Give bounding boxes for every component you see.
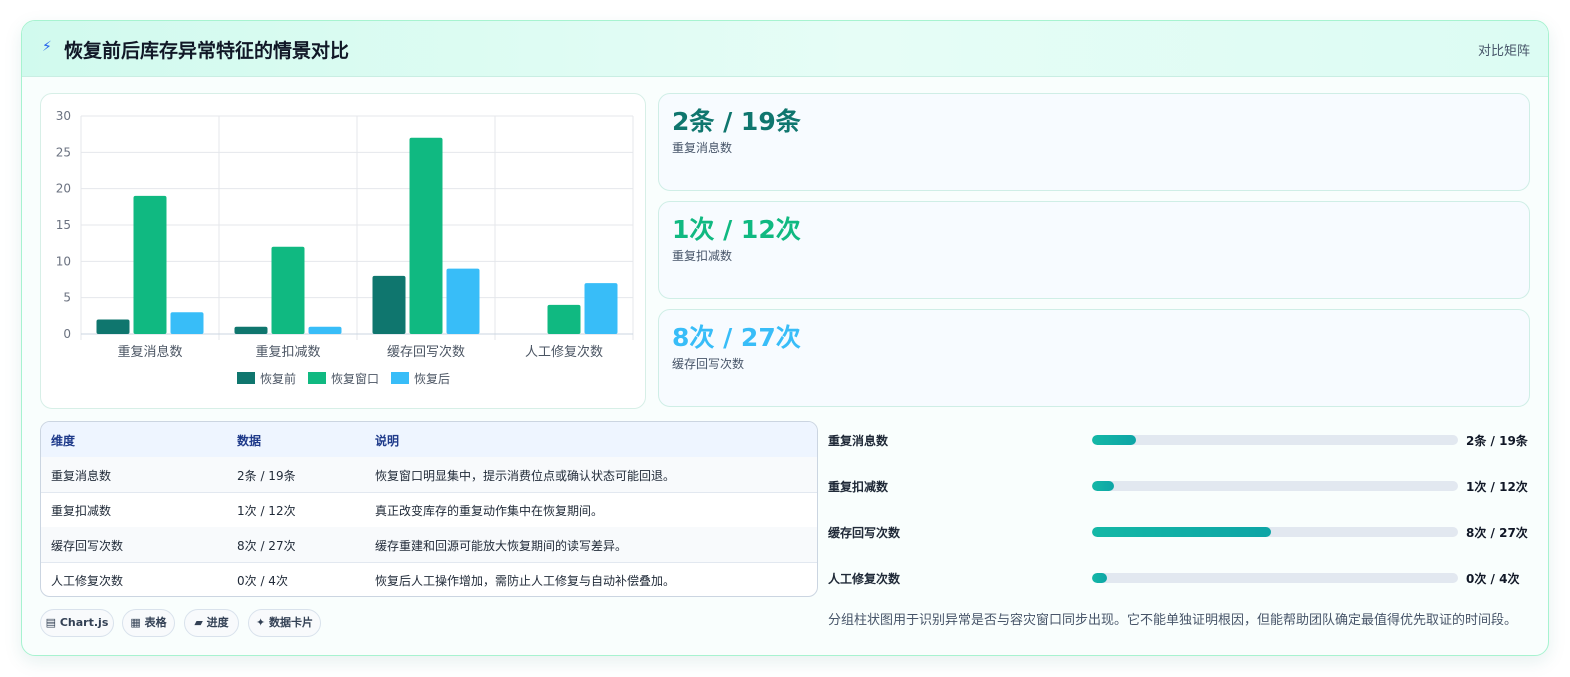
bar bbox=[547, 304, 581, 334]
progress-fill bbox=[1092, 481, 1114, 491]
chip-label: Chart.js bbox=[59, 616, 109, 629]
table-cell: 1次 / 12次 bbox=[237, 504, 296, 518]
table-cell: 8次 / 27次 bbox=[237, 539, 296, 553]
kpi-value: 1次 / 12次 bbox=[672, 215, 801, 244]
table-cell: 缓存回写次数 bbox=[51, 539, 124, 553]
bar bbox=[133, 195, 167, 334]
progress-value: 8次 / 27次 bbox=[1466, 526, 1528, 540]
kpi-card-duplicate-deductions: 1次 / 12次 重复扣减数 bbox=[658, 201, 1530, 299]
table-cell: 重复扣减数 bbox=[51, 504, 112, 518]
chip-label: 数据卡片 bbox=[269, 616, 314, 629]
y-tick-label: 20 bbox=[56, 182, 71, 196]
progress-track bbox=[1092, 527, 1458, 537]
table-row: 缓存回写次数 8次 / 27次 缓存重建和回源可能放大恢复期间的读写差异。 bbox=[41, 527, 817, 563]
data-table: 维度 数据 说明 重复消息数 2条 / 19条 恢复窗口明显集中，提示消费位点或… bbox=[40, 421, 818, 597]
chart-icon: ▤ bbox=[45, 616, 57, 629]
bar bbox=[446, 268, 480, 334]
kpi-card-cache-writeback: 8次 / 27次 缓存回写次数 bbox=[658, 309, 1530, 407]
progress-label: 缓存回写次数 bbox=[828, 526, 901, 540]
table-cell: 2条 / 19条 bbox=[237, 469, 296, 483]
y-tick-label: 5 bbox=[63, 291, 71, 305]
chip-data-card[interactable]: ✦ 数据卡片 bbox=[248, 609, 321, 637]
bar bbox=[170, 312, 204, 334]
chip-label: 进度 bbox=[206, 616, 229, 629]
progress-icon: ▰ bbox=[194, 616, 203, 629]
progress-row: 人工修复次数 0次 / 4次 bbox=[828, 568, 1528, 588]
progress-value: 2条 / 19条 bbox=[1466, 434, 1528, 448]
x-tick-label: 重复扣减数 bbox=[255, 344, 320, 360]
bar bbox=[409, 137, 443, 334]
y-tick-label: 10 bbox=[56, 254, 71, 268]
progress-label: 重复扣减数 bbox=[828, 480, 889, 494]
bar bbox=[234, 326, 268, 334]
y-tick-label: 30 bbox=[56, 109, 71, 123]
chip-label: 表格 bbox=[144, 616, 167, 629]
table-row: 重复扣减数 1次 / 12次 真正改变库存的重复动作集中在恢复期间。 bbox=[41, 492, 817, 528]
kpi-card-duplicate-messages: 2条 / 19条 重复消息数 bbox=[658, 93, 1530, 191]
legend-swatch bbox=[308, 372, 326, 384]
progress-track bbox=[1092, 481, 1458, 491]
progress-value: 1次 / 12次 bbox=[1466, 480, 1528, 494]
table-header-row: 维度 数据 说明 bbox=[41, 422, 817, 458]
table-cell: 重复消息数 bbox=[51, 469, 112, 483]
chip-progress[interactable]: ▰ 进度 bbox=[184, 609, 239, 637]
table-header-cell: 说明 bbox=[375, 434, 400, 448]
legend-label: 恢复后 bbox=[414, 372, 450, 386]
sparkle-icon: ✦ bbox=[255, 616, 266, 629]
card-header: ⚡ 恢复前后库存异常特征的情景对比 对比矩阵 bbox=[22, 21, 1548, 77]
table-header-cell: 数据 bbox=[237, 434, 262, 448]
comparison-card: ⚡ 恢复前后库存异常特征的情景对比 对比矩阵 0 5 10 15 20 25 30 重复消息数… bbox=[21, 20, 1549, 656]
bar bbox=[308, 326, 342, 334]
header-tag[interactable]: 对比矩阵 bbox=[1478, 40, 1530, 59]
bar bbox=[96, 319, 130, 334]
legend-swatch bbox=[391, 372, 409, 384]
progress-label: 人工修复次数 bbox=[828, 572, 901, 586]
table-cell: 恢复窗口明显集中，提示消费位点或确认状态可能回退。 bbox=[375, 469, 676, 483]
progress-track bbox=[1092, 573, 1458, 583]
kpi-label: 重复消息数 bbox=[672, 141, 733, 155]
legend-label: 恢复窗口 bbox=[331, 372, 379, 386]
progress-fill bbox=[1092, 435, 1136, 445]
kpi-label: 缓存回写次数 bbox=[672, 357, 745, 371]
progress-fill bbox=[1092, 527, 1272, 537]
progress-value: 0次 / 4次 bbox=[1466, 572, 1520, 586]
y-tick-label: 15 bbox=[56, 218, 71, 232]
table-row: 重复消息数 2条 / 19条 恢复窗口明显集中，提示消费位点或确认状态可能回退。 bbox=[41, 457, 817, 493]
kpi-value: 2条 / 19条 bbox=[672, 107, 801, 136]
bar bbox=[372, 275, 406, 334]
progress-label: 重复消息数 bbox=[828, 434, 889, 448]
progress-fill bbox=[1092, 573, 1107, 583]
kpi-value: 8次 / 27次 bbox=[672, 323, 801, 352]
progress-row: 重复扣减数 1次 / 12次 bbox=[828, 476, 1528, 496]
table-header-cell: 维度 bbox=[51, 434, 76, 448]
bar bbox=[584, 283, 618, 334]
y-tick-label: 25 bbox=[56, 145, 71, 159]
x-tick-label: 缓存回写次数 bbox=[387, 344, 465, 360]
bar bbox=[271, 246, 305, 334]
table-icon: ▦ bbox=[130, 616, 141, 629]
x-tick-label: 人工修复次数 bbox=[525, 344, 603, 360]
progress-row: 缓存回写次数 8次 / 27次 bbox=[828, 522, 1528, 542]
legend-swatch bbox=[237, 372, 255, 384]
x-tick-label: 重复消息数 bbox=[117, 344, 182, 360]
legend-label: 恢复前 bbox=[260, 371, 296, 386]
table-cell: 人工修复次数 bbox=[51, 574, 124, 588]
table-cell: 恢复后人工操作增加，需防止人工修复与自动补偿叠加。 bbox=[375, 574, 676, 588]
bar-chart: 0 5 10 15 20 25 30 重复消息数 重复扣减数 缓存回写次数 人工修复次数恢复前 恢复窗… bbox=[40, 93, 646, 409]
page-title: 恢复前后库存异常特征的情景对比 bbox=[64, 40, 350, 62]
table-cell: 缓存重建和回源可能放大恢复期间的读写差异。 bbox=[375, 539, 628, 553]
chip-table[interactable]: ▦ 表格 bbox=[122, 609, 175, 637]
table-row: 人工修复次数 0次 / 4次 恢复后人工操作增加，需防止人工修复与自动补偿叠加。 bbox=[41, 562, 817, 596]
y-tick-label: 0 bbox=[63, 327, 71, 341]
progress-row: 重复消息数 2条 / 19条 bbox=[828, 430, 1528, 450]
table-cell: 0次 / 4次 bbox=[237, 574, 288, 588]
kpi-label: 重复扣减数 bbox=[672, 249, 733, 263]
chip-chartjs[interactable]: ▤ Chart.js bbox=[40, 609, 114, 637]
table-cell: 真正改变库存的重复动作集中在恢复期间。 bbox=[375, 504, 604, 518]
progress-track bbox=[1092, 435, 1458, 445]
bar-chart-svg: 0 5 10 15 20 25 30 重复消息数 重复扣减数 缓存回写次数 人工修复次数恢复前 恢复窗… bbox=[56, 109, 634, 386]
chart-note: 分组柱状图用于识别异常是否与容灾窗口同步出现。它不能单独证明根因，但能帮助团队确… bbox=[828, 613, 1518, 628]
bolt-icon: ⚡ bbox=[42, 39, 52, 55]
